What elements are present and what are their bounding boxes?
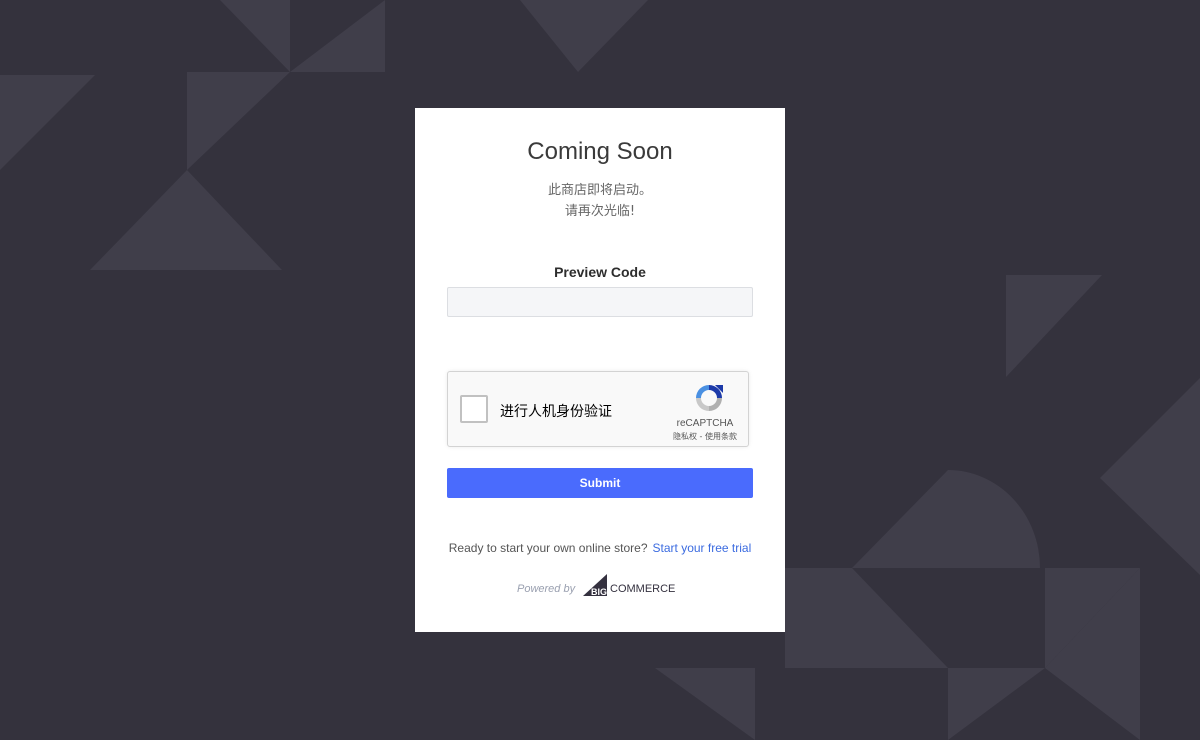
recaptcha-widget: 进行人机身份验证 reCAPTCHA 隐私权 - 使用条款 <box>447 371 749 447</box>
recaptcha-privacy-terms-links[interactable]: 隐私权 - 使用条款 <box>666 431 744 442</box>
free-trial-prompt: Ready to start your own online store? Sta… <box>415 541 785 555</box>
powered-by-text: Powered by <box>517 583 576 595</box>
submit-button[interactable]: Submit <box>447 468 753 498</box>
page-title: Coming Soon <box>527 138 673 165</box>
recaptcha-checkbox[interactable] <box>460 395 488 423</box>
recaptcha-logo-icon <box>696 385 723 411</box>
bigcommerce-logo-big: BIG <box>591 587 607 597</box>
coming-soon-card: Coming Soon 此商店即将启动。 请再次光临! Preview Code… <box>415 108 785 632</box>
message-line-2: 请再次光临! <box>564 204 636 219</box>
bigcommerce-logo-commerce: COMMERCE <box>610 583 675 595</box>
free-trial-text: Ready to start your own online store? <box>448 541 648 555</box>
free-trial-link[interactable]: Start your free trial <box>653 541 752 555</box>
bigcommerce-logo[interactable]: BIG COMMERCE <box>581 574 681 598</box>
recaptcha-label: 进行人机身份验证 <box>500 404 612 420</box>
recaptcha-brand: reCAPTCHA <box>676 418 734 429</box>
message-line-1: 此商店即将启动。 <box>547 183 652 198</box>
preview-code-label: Preview Code <box>554 264 646 280</box>
preview-code-input[interactable] <box>447 287 753 317</box>
powered-by: Powered by BIG COMMERCE <box>517 574 687 598</box>
